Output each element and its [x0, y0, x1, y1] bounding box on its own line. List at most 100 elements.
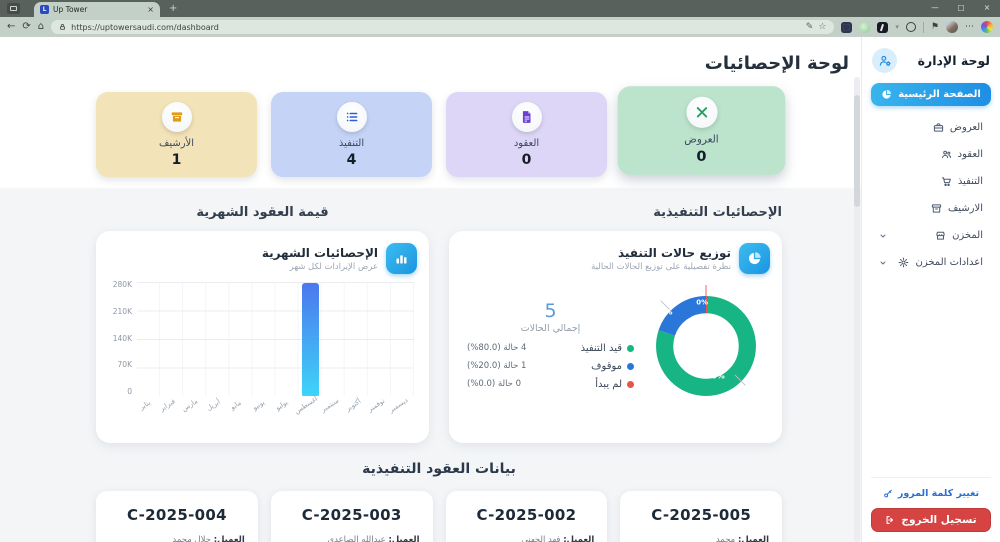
donut-label-80: 80% — [706, 371, 725, 380]
logout-icon — [885, 515, 895, 525]
contract-card: C-2025-002 العميل: فهد الجهني — [446, 491, 608, 542]
maximize-button[interactable]: □ — [948, 0, 974, 15]
scrollbar-thumb[interactable] — [854, 95, 860, 207]
users-icon — [941, 149, 952, 160]
sidebar-item-archive[interactable]: الارشيف — [871, 196, 991, 221]
content-wrapper: العروض 0 العقود 0 التنفيذ — [96, 92, 782, 542]
stat-value: 4 — [271, 152, 432, 168]
profile-avatar[interactable] — [946, 21, 958, 33]
total-cases-label: إجمالي الحالات — [467, 323, 634, 334]
sidebar-item-warehouse[interactable]: المخزن — [871, 223, 991, 248]
sidebar-item-home[interactable]: الصفحة الرئيسية — [871, 83, 991, 106]
plot-grid — [137, 282, 414, 396]
extension-icon[interactable] — [841, 22, 852, 33]
reload-button[interactable]: ⟳ — [22, 22, 30, 32]
browser-tabbar: L Up Tower × + — □ × — [0, 0, 1000, 17]
section-title-contracts-data: بيانات العقود التنفيذية — [96, 460, 782, 479]
stat-label: الأرشيف — [96, 138, 257, 150]
extension-icon[interactable] — [859, 22, 870, 33]
sidebar-item-contracts[interactable]: العقود — [871, 142, 991, 167]
total-cases-value: 5 — [467, 300, 634, 322]
tab-search-button[interactable] — [7, 3, 20, 14]
tab-title: Up Tower — [53, 5, 143, 14]
legend-dot-green — [627, 345, 634, 352]
stat-card-contracts[interactable]: العقود 0 — [446, 92, 607, 177]
dashboard-app: لوحة الإدارة الصفحة الرئيسية العروض — [0, 37, 1000, 542]
contract-client: العميل: محمد — [633, 535, 769, 542]
legend-dot-red — [627, 381, 634, 388]
change-password-label: تغيير كلمة المرور — [898, 488, 979, 499]
close-button[interactable]: × — [974, 0, 1000, 15]
contracts-row: C-2025-005 العميل: محمد C-2025-002 العمي… — [96, 491, 782, 542]
legend-name: لم يبدأ — [595, 379, 634, 390]
contract-card: C-2025-004 العميل: جلال محمد — [96, 491, 258, 542]
stat-card-execution[interactable]: التنفيذ 4 — [271, 92, 432, 177]
browser-menu-button[interactable]: ⋯ — [965, 23, 974, 32]
legend-name: قيد التنفيذ — [581, 343, 634, 354]
sidebar-divider — [871, 477, 991, 478]
bar-panel-header: الإحصائيات الشهرية عرض الإيرادات لكل شهر — [108, 243, 417, 274]
browser-tab[interactable]: L Up Tower × — [34, 2, 160, 17]
sidebar-item-label: العروض — [950, 122, 983, 133]
bookmark-star-icon[interactable]: ☆ — [818, 23, 826, 32]
extension-icon[interactable] — [877, 22, 888, 33]
admin-user-cog-icon — [872, 48, 897, 73]
home-button[interactable]: ⌂ — [38, 22, 44, 32]
bar-aug — [302, 283, 319, 396]
donut-header-text: توزيع حالات التنفيذ نظرة تفصيلية على توز… — [591, 246, 731, 272]
donut-label-20: 20% — [654, 307, 673, 316]
sidebar-item-execution[interactable]: التنفيذ — [871, 169, 991, 194]
document-icon — [512, 102, 542, 132]
stat-label: التنفيذ — [271, 138, 432, 150]
sidebar-item-label: المخزن — [952, 230, 983, 241]
new-tab-button[interactable]: + — [169, 4, 177, 14]
vertical-scrollbar[interactable] — [854, 77, 860, 542]
chevron-down-icon — [879, 259, 887, 267]
pie-chart-icon — [739, 243, 770, 274]
legend-row: لم يبدأ 0 حالة (%0.0) — [467, 379, 634, 390]
bar-chart: 280K210K140K70K0 — [108, 282, 417, 422]
change-password-link[interactable]: تغيير كلمة المرور — [871, 484, 991, 508]
contract-number: C-2025-004 — [109, 506, 245, 524]
browser-assistant-icon[interactable] — [981, 21, 993, 33]
sidebar-item-label: الصفحة الرئيسية — [898, 89, 981, 100]
legend-value: 4 حالة (%80.0) — [467, 343, 526, 353]
url-text: https://uptowersaudi.com/dashboard — [71, 23, 801, 32]
donut-stats: 5 إجمالي الحالات قيد التنفيذ 4 حالة (%80… — [461, 300, 638, 397]
address-bar[interactable]: https://uptowersaudi.com/dashboard ✎ ☆ — [51, 20, 834, 34]
page-title: لوحة الإحصائيات — [12, 51, 849, 77]
bar-header-text: الإحصائيات الشهرية عرض الإيرادات لكل شهر — [262, 246, 378, 272]
tab-search-icon — [10, 6, 17, 11]
main-content: لوحة الإحصائيات العروض 0 — [0, 37, 861, 542]
stat-value: 1 — [96, 152, 257, 168]
chevron-down-icon — [879, 232, 887, 240]
legend-dot-blue — [627, 363, 634, 370]
browser-action-icon[interactable] — [906, 22, 916, 32]
back-button[interactable]: ← — [7, 22, 15, 32]
flag-icon[interactable]: ⚑ — [931, 23, 939, 32]
password-manager-icon[interactable]: ✎ — [806, 23, 814, 32]
stat-card-offers[interactable]: العروض 0 — [618, 86, 785, 174]
cart-icon — [941, 176, 952, 187]
tools-icon — [686, 97, 717, 128]
donut-body: 80% 20% 0% 5 إجمالي الحالات قيد — [461, 282, 770, 414]
sidebar-item-offers[interactable]: العروض — [871, 115, 991, 140]
sidebar-item-warehouse-settings[interactable]: اعدادات المخزن — [871, 250, 991, 275]
logout-button[interactable]: تسجيل الخروج — [871, 508, 991, 532]
legend-value: 1 حالة (%20.0) — [467, 361, 526, 371]
legend-name: موقوف — [591, 361, 634, 372]
legend-value: 0 حالة (%0.0) — [467, 379, 521, 389]
contract-client: العميل: فهد الجهني — [459, 535, 595, 542]
sidebar-header: لوحة الإدارة — [871, 46, 991, 83]
minimize-button[interactable]: — — [922, 0, 948, 15]
stats-row: العروض 0 العقود 0 التنفيذ — [96, 92, 782, 177]
donut-panel: توزيع حالات التنفيذ نظرة تفصيلية على توز… — [449, 231, 782, 443]
extensions-chevron-icon[interactable]: ▾ — [895, 23, 899, 31]
sidebar-title: لوحة الإدارة — [918, 53, 990, 68]
donut-label-0: 0% — [696, 299, 708, 307]
contract-number: C-2025-005 — [633, 506, 769, 524]
donut-chart: 80% 20% 0% — [642, 282, 770, 414]
stat-card-archive[interactable]: الأرشيف 1 — [96, 92, 257, 177]
tab-close-icon[interactable]: × — [147, 6, 154, 14]
bar-panel: الإحصائيات الشهرية عرض الإيرادات لكل شهر… — [96, 231, 429, 443]
